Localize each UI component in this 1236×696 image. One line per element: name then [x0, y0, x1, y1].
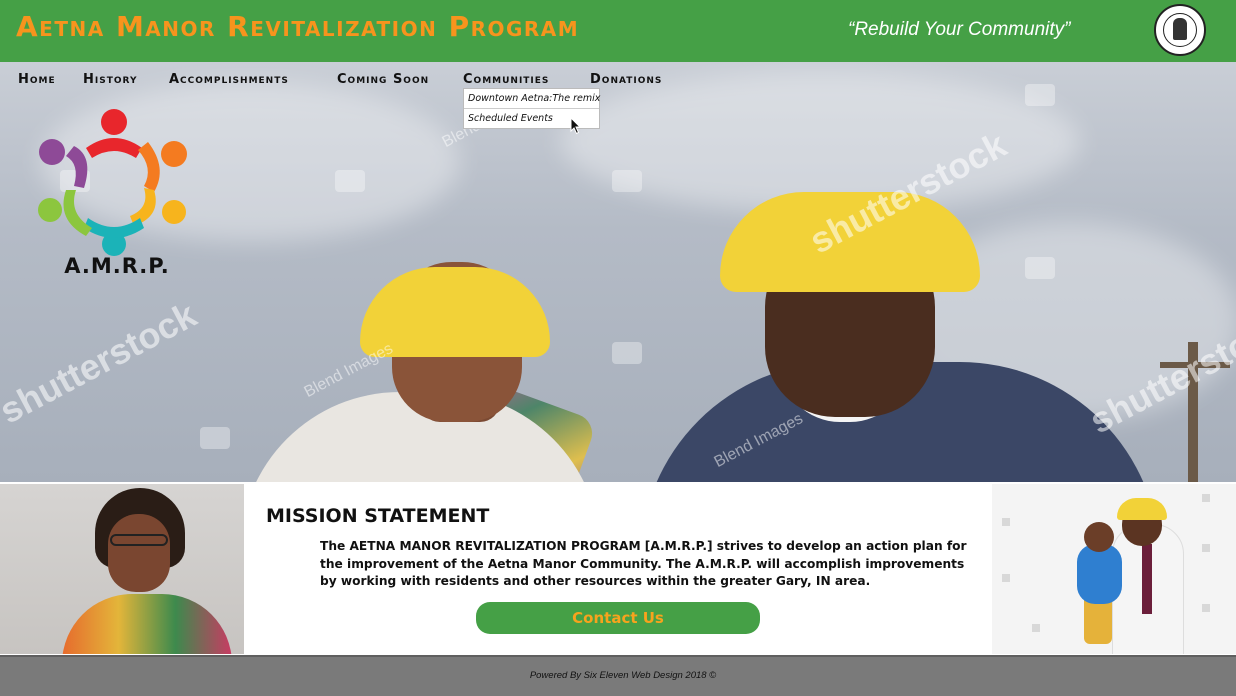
mission-text: The AETNA MANOR REVITALIZATION PROGRAM [… [320, 539, 967, 588]
mouse-cursor-icon [570, 117, 582, 135]
site-tagline: “Rebuild Your Community” [848, 19, 1071, 40]
watermark-icon [1025, 257, 1055, 279]
nav-communities[interactable]: Communities [463, 72, 549, 87]
watermark-text: shutterstock [0, 293, 203, 432]
watermark-dot [1202, 494, 1210, 502]
woman-portrait-image [0, 484, 244, 654]
nav-donations[interactable]: Donations [590, 72, 662, 87]
portrait-face [108, 514, 170, 592]
mission-title: MISSION STATEMENT [266, 505, 490, 527]
watermark-icon [612, 342, 642, 364]
watermark-dot [1202, 604, 1210, 612]
site-header: Aetna Manor Revitalization Program “Rebu… [0, 0, 1236, 62]
watermark-dot [1032, 624, 1040, 632]
photo-kid-head [1084, 522, 1114, 552]
footer-credit: Powered By Six Eleven Web Design 2018 © [529, 670, 717, 681]
amrp-logo: A.M.R.P. [36, 106, 196, 286]
city-seal-icon [1154, 4, 1206, 56]
nav-accomplishments[interactable]: Accomplishments [169, 72, 289, 87]
watermark-icon [200, 427, 230, 449]
watermark-dot [1002, 574, 1010, 582]
portrait-glasses [110, 534, 168, 546]
contact-us-button[interactable]: Contact Us [476, 602, 760, 634]
watermark-icon [1025, 84, 1055, 106]
community-circle-icon [38, 109, 187, 256]
nav-coming-soon[interactable]: Coming Soon [337, 72, 429, 87]
photo-man-tie [1142, 544, 1152, 614]
photo-kid-shirt [1077, 544, 1122, 604]
photo-man-hardhat [1117, 498, 1167, 520]
portrait-shirt [62, 594, 232, 654]
seal-figure [1173, 18, 1187, 40]
site-title: Aetna Manor Revitalization Program [16, 10, 580, 43]
watermark-icon [335, 170, 365, 192]
site-footer: Powered By Six Eleven Web Design 2018 © [0, 655, 1236, 696]
watermark-dot [1202, 544, 1210, 552]
logo-text: A.M.R.P. [64, 254, 170, 278]
father-son-image [992, 484, 1236, 654]
dropdown-item-downtown-aetna[interactable]: Downtown Aetna:The remix [464, 89, 600, 109]
nav-home[interactable]: Home [18, 72, 56, 87]
nav-history[interactable]: History [83, 72, 137, 87]
watermark-icon [612, 170, 642, 192]
watermark-dot [1002, 518, 1010, 526]
